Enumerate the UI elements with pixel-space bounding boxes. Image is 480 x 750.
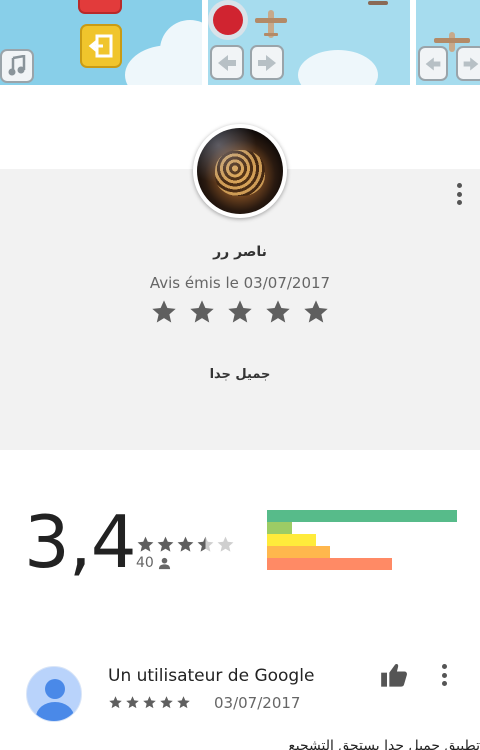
plane-icon [255,10,287,38]
rating-bar-1 [267,558,392,570]
more-vert-icon[interactable] [441,664,447,686]
star-icon [157,536,174,552]
screenshot-2[interactable] [208,0,410,85]
star-icon [177,696,190,709]
average-star-rating [136,535,235,554]
average-rating: 3,4 [24,500,137,584]
rating-bar-5 [267,510,457,522]
review-author: Un utilisateur de Google [108,666,315,686]
rating-bar-2 [267,546,330,558]
star-icon [137,536,154,552]
rating-distribution [267,510,457,570]
left-arrow-icon [418,46,448,81]
reviewer-name: ناصر رر [213,244,267,260]
game-exit-icon [80,24,122,68]
review-count-value: 40 [136,555,154,571]
right-arrow-icon [250,45,284,80]
rating-bar-3 [267,534,316,546]
review-count: 40 [136,555,171,571]
star-empty-icon [217,536,234,552]
screenshot-carousel[interactable] [0,0,480,85]
star-icon [160,696,173,709]
star-icon [109,696,122,709]
star-icon [190,300,214,323]
star-icon [126,696,139,709]
game-red-button [78,0,122,14]
screenshot-1[interactable] [0,0,202,85]
screenshot-3[interactable] [416,0,480,85]
star-icon [228,300,252,323]
more-vert-icon[interactable] [456,183,462,205]
review-text: جميل جدا [209,367,271,382]
record-button-icon [208,0,248,40]
left-arrow-icon [210,45,244,80]
half-star-icon [197,536,214,552]
music-note-icon [0,49,34,83]
plane-icon [368,1,388,5]
review-star-rating [150,298,330,330]
star-icon [143,696,156,709]
user-avatar [26,666,82,722]
reviewer-avatar[interactable] [193,124,287,218]
star-icon [152,300,176,323]
review-date: Avis émis le 03/07/2017 [149,274,331,292]
right-arrow-icon [456,46,480,81]
person-icon [158,557,170,569]
review-date: 03/07/2017 [214,694,301,712]
leopard-photo-icon [197,128,283,214]
star-icon [304,300,328,323]
rating-bar-4 [267,522,292,534]
star-icon [266,300,290,323]
user-review-stars [108,695,191,710]
review-body: تطبيق جميل جدا يستحق التشجيع [288,738,480,750]
thumbs-up-icon[interactable] [380,662,408,688]
star-icon [177,536,194,552]
